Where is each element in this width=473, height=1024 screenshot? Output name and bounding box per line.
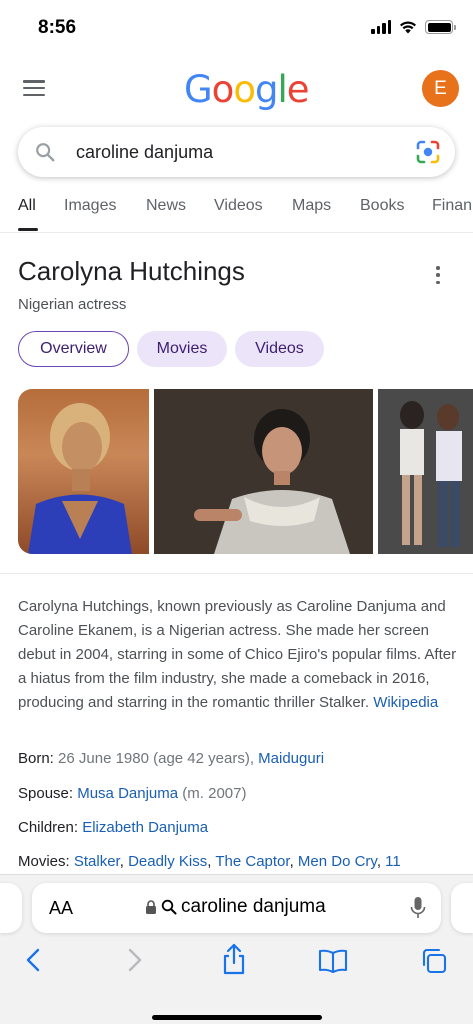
fact-spouse: Spouse: Musa Danjuma (m. 2007) xyxy=(18,785,247,802)
image-thumbnail[interactable] xyxy=(18,389,149,554)
tab-maps[interactable]: Maps xyxy=(292,197,331,215)
movie-link[interactable]: Men Do Cry xyxy=(298,853,377,870)
children-link[interactable]: Elizabeth Danjuma xyxy=(82,819,208,836)
tab-books[interactable]: Books xyxy=(360,197,404,215)
chip-videos[interactable]: Videos xyxy=(235,331,324,367)
lock-icon xyxy=(146,900,156,914)
account-avatar[interactable]: E xyxy=(422,70,459,107)
next-tab-card[interactable] xyxy=(451,883,473,933)
fact-movies: Movies: Stalker, Deadly Kiss, The Captor… xyxy=(18,853,401,870)
image-thumbnail[interactable] xyxy=(154,389,373,554)
wifi-icon xyxy=(400,21,416,34)
image-thumbnail[interactable] xyxy=(378,389,473,554)
tab-finance[interactable]: Finan xyxy=(432,197,472,215)
google-logo[interactable]: Google xyxy=(184,68,309,111)
movie-link[interactable]: Stalker xyxy=(74,853,120,870)
cellular-signal-icon xyxy=(371,20,391,34)
active-tab-indicator xyxy=(18,228,38,231)
previous-tab-card[interactable] xyxy=(0,883,22,933)
back-icon[interactable] xyxy=(24,947,42,973)
microphone-icon[interactable] xyxy=(410,896,426,920)
safari-toolbar: AA caroline danjuma xyxy=(0,874,473,1024)
entity-description: Carolyna Hutchings, known previously as … xyxy=(18,595,458,715)
address-text[interactable]: caroline danjuma xyxy=(181,896,326,918)
address-bar[interactable]: AA caroline danjuma xyxy=(32,883,441,933)
tab-videos[interactable]: Videos xyxy=(214,197,263,215)
status-bar: 8:56 xyxy=(0,0,473,56)
menu-icon[interactable] xyxy=(23,80,45,96)
more-options-icon[interactable] xyxy=(432,266,444,284)
google-header: Google E xyxy=(0,60,473,118)
google-lens-icon[interactable] xyxy=(415,139,441,165)
fact-born: Born: 26 June 1980 (age 42 years), Maidu… xyxy=(18,750,325,767)
chip-movies[interactable]: Movies xyxy=(137,331,227,367)
movie-link[interactable]: Deadly Kiss xyxy=(128,853,207,870)
search-icon xyxy=(161,899,177,915)
tab-images[interactable]: Images xyxy=(64,197,116,215)
bookmarks-icon[interactable] xyxy=(318,949,348,973)
tabs-icon[interactable] xyxy=(421,948,447,974)
wikipedia-link[interactable]: Wikipedia xyxy=(373,694,438,711)
battery-icon xyxy=(425,20,456,34)
movie-link[interactable]: The Captor xyxy=(215,853,289,870)
tab-all[interactable]: All xyxy=(18,197,36,215)
search-tabs: All Images News Videos Maps Books Finan xyxy=(0,195,473,233)
home-indicator xyxy=(152,1015,322,1020)
spouse-link[interactable]: Musa Danjuma xyxy=(77,785,178,802)
chip-overview[interactable]: Overview xyxy=(18,331,129,367)
reader-options-button[interactable]: AA xyxy=(49,898,73,919)
fact-children: Children: Elizabeth Danjuma xyxy=(18,819,209,836)
tab-news[interactable]: News xyxy=(146,197,186,215)
forward-icon[interactable] xyxy=(126,947,144,973)
status-icons xyxy=(371,20,456,34)
movie-link[interactable]: 11 xyxy=(385,853,401,870)
search-input[interactable]: caroline danjuma xyxy=(76,142,213,163)
section-divider xyxy=(0,573,473,574)
knowledge-panel-subtitle: Nigerian actress xyxy=(18,296,127,313)
birthplace-link[interactable]: Maiduguri xyxy=(258,750,324,767)
status-time: 8:56 xyxy=(38,17,77,38)
share-icon[interactable] xyxy=(221,943,247,975)
search-box[interactable]: caroline danjuma xyxy=(18,127,455,177)
knowledge-panel-title: Carolyna Hutchings xyxy=(18,256,245,286)
search-icon xyxy=(36,143,55,162)
